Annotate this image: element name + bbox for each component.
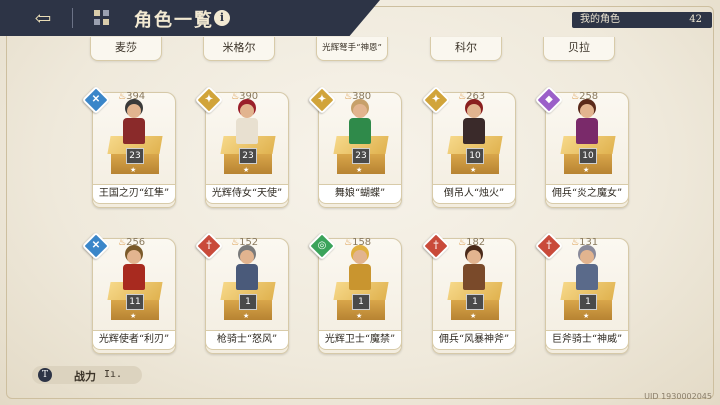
tab-character[interactable]: 光辉弩手“神恩” (316, 37, 388, 61)
level-badge: 23 (126, 148, 144, 164)
card-power: ♨158 (344, 237, 372, 248)
power-icon: T (38, 368, 52, 382)
tab-character[interactable]: 贝拉 (543, 37, 615, 61)
character-sprite (571, 250, 603, 292)
star-icon: ★ (583, 312, 590, 320)
character-name: 枪骑士“怒风” (205, 330, 289, 350)
power-label: 战力 (74, 370, 96, 383)
card-power: ♨263 (458, 91, 486, 102)
star-icon: ★ (470, 166, 477, 174)
character-card[interactable]: ✦ ♨390 23 ★ 光辉侍女“天使” (194, 85, 289, 208)
card-power: ♨380 (344, 91, 372, 102)
power-sort-button[interactable]: T 战力 Iı. (32, 366, 142, 384)
level-badge: 23 (352, 148, 370, 164)
card-power: ♨390 (231, 91, 259, 102)
character-card[interactable]: † ♨152 1 ★ 枪骑士“怒风” (194, 231, 289, 354)
my-characters-count: 42 (689, 14, 702, 25)
page-title: 角色一覧 (134, 10, 214, 31)
character-card[interactable]: ✦ ♨380 23 ★ 舞娘“蝴蝶” (307, 85, 402, 208)
character-sprite (118, 104, 150, 146)
level-badge: 23 (239, 148, 257, 164)
star-icon: ★ (243, 312, 250, 320)
character-name: 王国之刃“红隼” (92, 184, 176, 204)
my-characters-counter: 我的角色 42 (572, 12, 712, 28)
tab-character[interactable]: 麦莎 (90, 37, 162, 61)
uid-label: UID 1930002045 (644, 392, 712, 401)
info-icon[interactable]: i (214, 10, 230, 26)
star-icon: ★ (130, 312, 137, 320)
character-card[interactable]: ◎ ♨158 1 ★ 光辉卫士“魔禁” (307, 231, 402, 354)
grid-icon[interactable] (94, 10, 110, 26)
card-power: ♨256 (118, 237, 146, 248)
card-power: ♨394 (118, 91, 146, 102)
sort-icon: Iı. (104, 369, 123, 380)
character-card[interactable]: ◆ ♨258 10 ★ 佣兵“炎之魔女” (534, 85, 629, 208)
card-power: ♨258 (571, 91, 599, 102)
star-icon: ★ (356, 166, 363, 174)
character-card[interactable]: ✕ ♨256 11 ★ 光辉使者“利刃” (81, 231, 176, 354)
card-power: ♨152 (231, 237, 259, 248)
character-name: 佣兵“风暴神斧” (432, 330, 516, 350)
character-name: 巨斧骑士“神威” (545, 330, 629, 350)
character-name: 光辉卫士“魔禁” (318, 330, 402, 350)
character-sprite (118, 250, 150, 292)
level-badge: 1 (352, 294, 370, 310)
level-badge: 1 (466, 294, 484, 310)
character-sprite (458, 250, 490, 292)
tab-character[interactable]: 米格尔 (203, 37, 275, 61)
character-card[interactable]: ✕ ♨394 23 ★ 王国之刃“红隼” (81, 85, 176, 208)
character-sprite (344, 104, 376, 146)
character-sprite (571, 104, 603, 146)
star-icon: ★ (130, 166, 137, 174)
tab-character[interactable]: 科尔 (430, 37, 502, 61)
card-power: ♨131 (571, 237, 599, 248)
character-sprite (231, 104, 263, 146)
level-badge: 1 (239, 294, 257, 310)
star-icon: ★ (583, 166, 590, 174)
character-sprite (231, 250, 263, 292)
header-bar: ⇦ 角色一覧 i (0, 0, 380, 36)
character-card[interactable]: † ♨182 1 ★ 佣兵“风暴神斧” (421, 231, 516, 354)
character-name: 倒吊人“烛火” (432, 184, 516, 204)
my-characters-label: 我的角色 (580, 14, 620, 25)
character-card[interactable]: ✦ ♨263 10 ★ 倒吊人“烛火” (421, 85, 516, 208)
level-badge: 1 (579, 294, 597, 310)
header-divider (72, 8, 73, 28)
character-sprite (344, 250, 376, 292)
level-badge: 10 (579, 148, 597, 164)
card-power: ♨182 (458, 237, 486, 248)
character-sprite (458, 104, 490, 146)
star-icon: ★ (243, 166, 250, 174)
star-icon: ★ (356, 312, 363, 320)
character-card[interactable]: † ♨131 1 ★ 巨斧骑士“神威” (534, 231, 629, 354)
level-badge: 10 (466, 148, 484, 164)
back-arrow-icon[interactable]: ⇦ (26, 6, 60, 30)
character-name: 佣兵“炎之魔女” (545, 184, 629, 204)
level-badge: 11 (126, 294, 144, 310)
character-name: 舞娘“蝴蝶” (318, 184, 402, 204)
star-icon: ★ (470, 312, 477, 320)
character-name: 光辉使者“利刃” (92, 330, 176, 350)
character-name: 光辉侍女“天使” (205, 184, 289, 204)
